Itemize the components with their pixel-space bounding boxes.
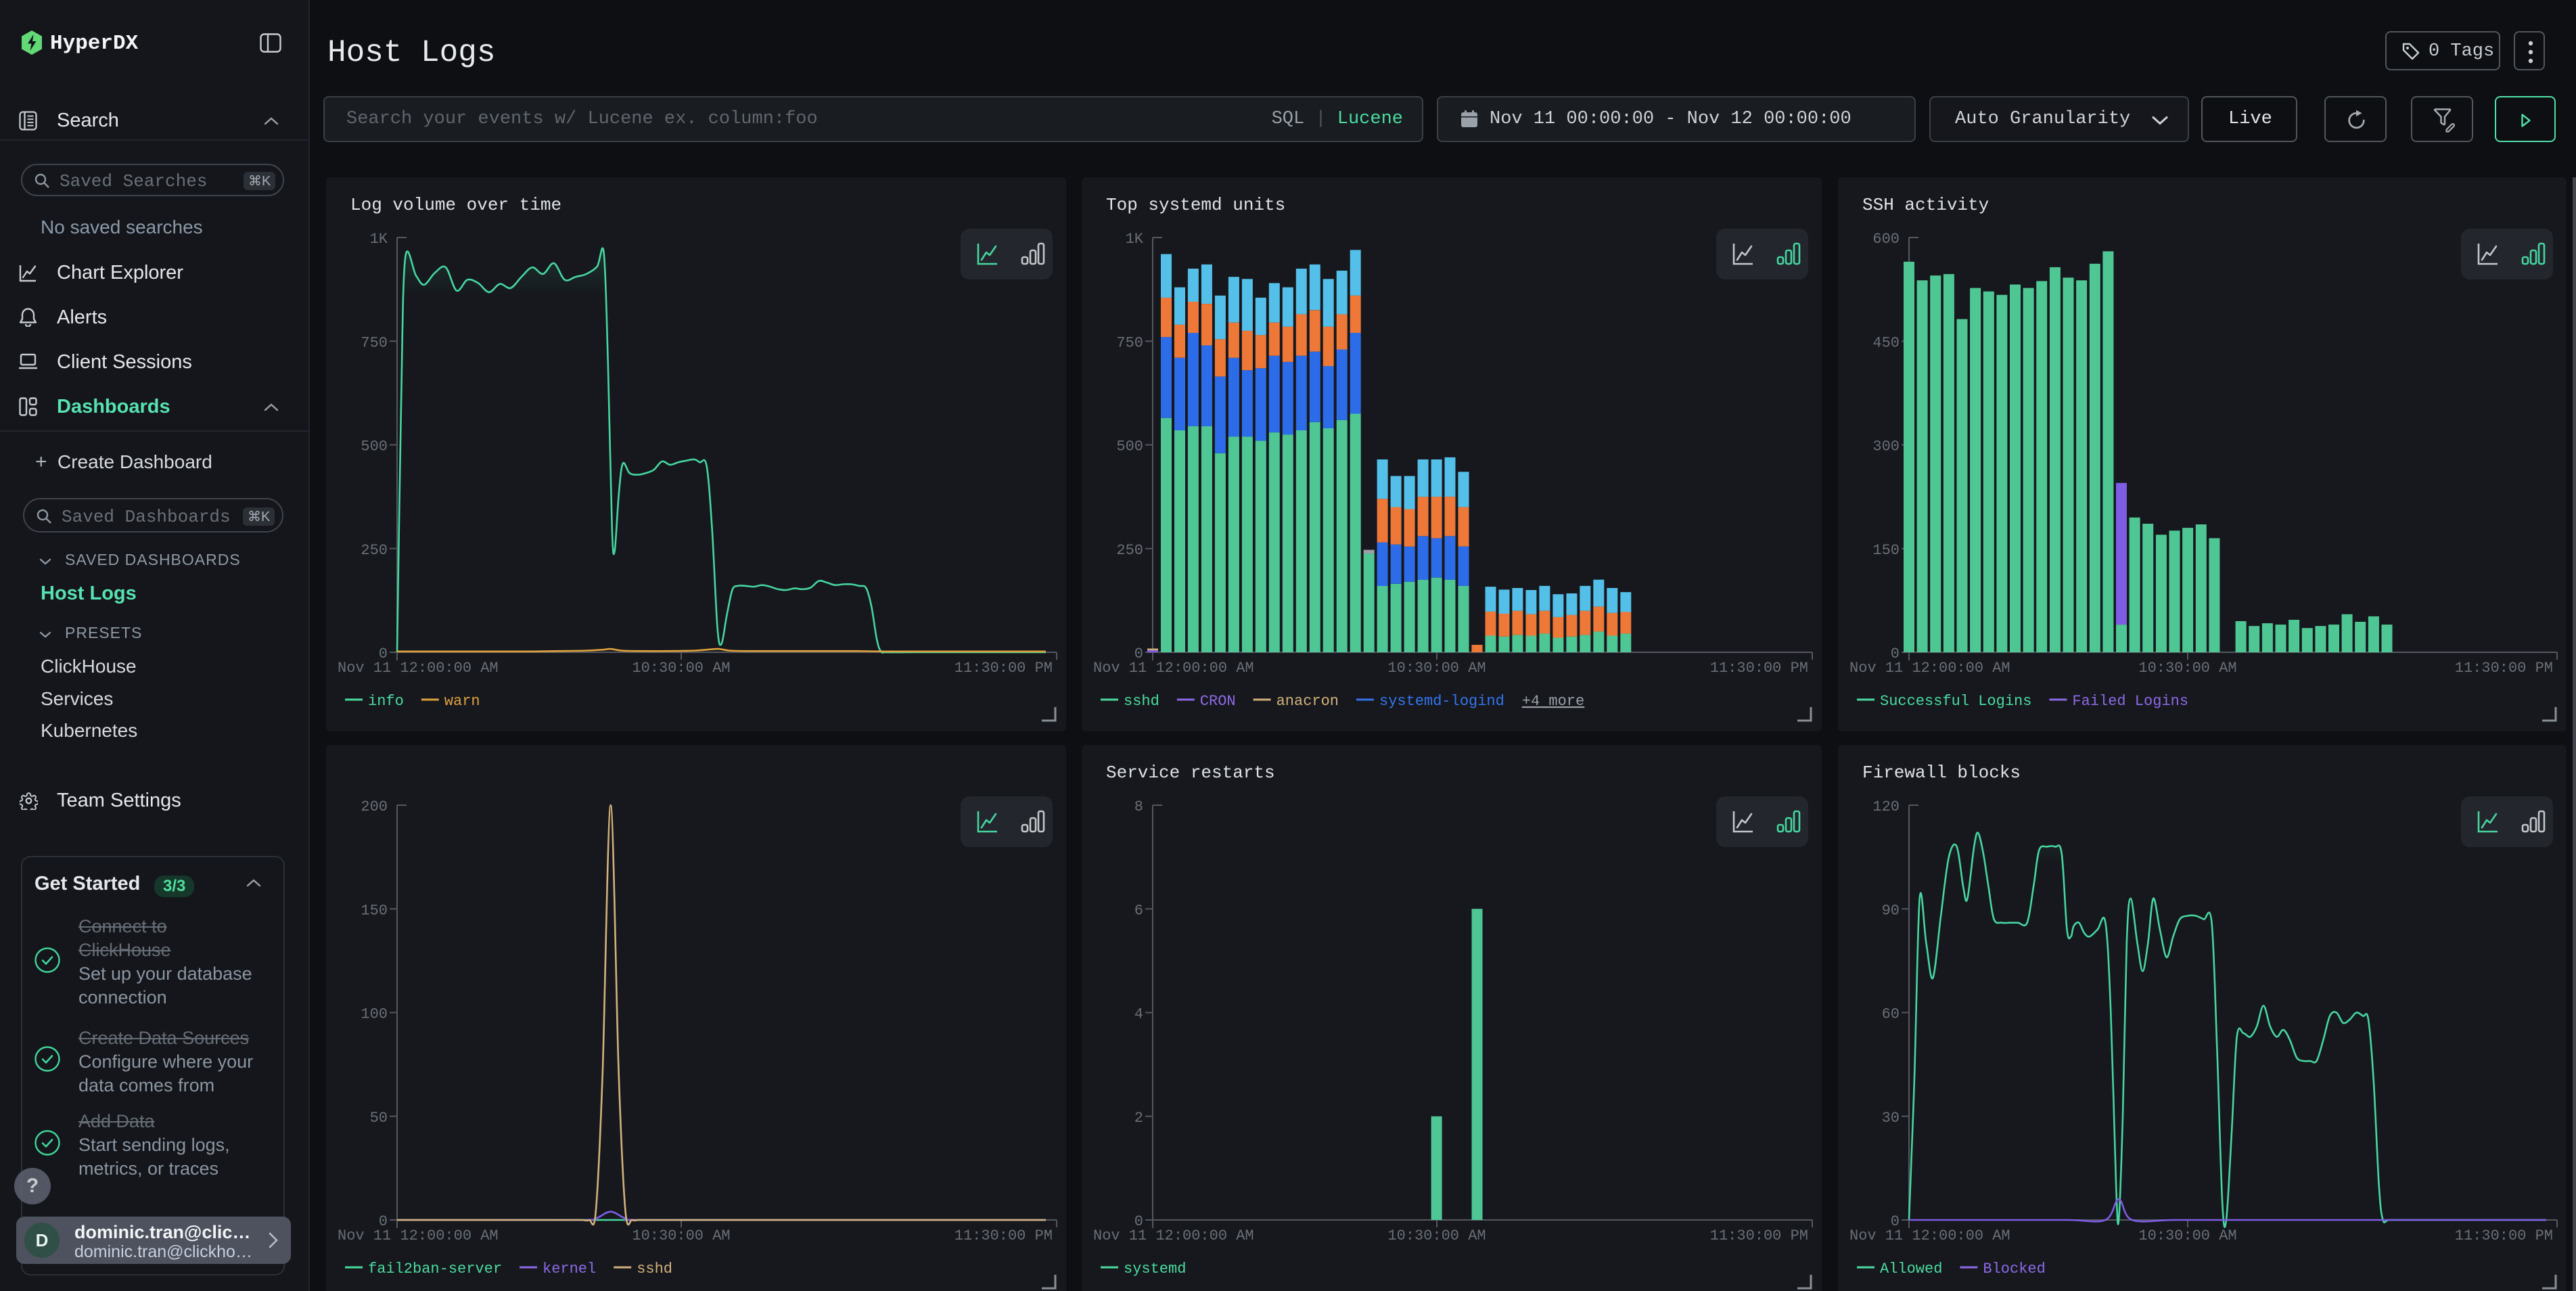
svg-text:Failed Logins: Failed Logins xyxy=(2072,693,2188,710)
svg-text:200: 200 xyxy=(361,798,388,815)
svg-text:sshd: sshd xyxy=(1124,693,1159,710)
svg-text:2: 2 xyxy=(1134,1110,1143,1127)
svg-text:60: 60 xyxy=(1882,1006,1900,1023)
svg-text:11:30:00 PM: 11:30:00 PM xyxy=(1710,1227,1808,1244)
svg-text:11:30:00 PM: 11:30:00 PM xyxy=(2455,660,2553,677)
svg-text:450: 450 xyxy=(1872,334,1900,351)
svg-text:8: 8 xyxy=(1134,798,1143,815)
svg-text:Nov 11 12:00:00 AM: Nov 11 12:00:00 AM xyxy=(338,660,499,677)
svg-text:750: 750 xyxy=(1116,334,1143,351)
svg-text:11:30:00 PM: 11:30:00 PM xyxy=(2455,1227,2553,1244)
svg-text:Nov 11 12:00:00 AM: Nov 11 12:00:00 AM xyxy=(1093,660,1254,677)
svg-text:11:30:00 PM: 11:30:00 PM xyxy=(954,1227,1053,1244)
svg-text:systemd-logind: systemd-logind xyxy=(1379,693,1504,710)
svg-text:50: 50 xyxy=(370,1110,388,1127)
svg-text:Blocked: Blocked xyxy=(1983,1261,2045,1277)
svg-text:Nov 11 12:00:00 AM: Nov 11 12:00:00 AM xyxy=(1849,660,2010,677)
svg-text:Nov 11 12:00:00 AM: Nov 11 12:00:00 AM xyxy=(338,1227,499,1244)
svg-text:SSH activity: SSH activity xyxy=(1862,195,1989,215)
svg-text:150: 150 xyxy=(1872,542,1900,559)
svg-text:info: info xyxy=(368,693,404,710)
svg-text:250: 250 xyxy=(361,542,388,559)
svg-text:Log volume over time: Log volume over time xyxy=(350,195,561,215)
svg-text:+4 more: +4 more xyxy=(1522,693,1584,710)
svg-text:10:30:00 AM: 10:30:00 AM xyxy=(1387,1227,1486,1244)
svg-text:kernel: kernel xyxy=(543,1261,596,1277)
svg-text:fail2ban-server: fail2ban-server xyxy=(368,1261,502,1277)
svg-text:Nov 11 12:00:00 AM: Nov 11 12:00:00 AM xyxy=(1093,1227,1254,1244)
svg-text:250: 250 xyxy=(1116,542,1143,559)
svg-text:11:30:00 PM: 11:30:00 PM xyxy=(954,660,1053,677)
svg-text:Nov 11 12:00:00 AM: Nov 11 12:00:00 AM xyxy=(1849,1227,2010,1244)
svg-text:systemd: systemd xyxy=(1124,1261,1186,1277)
svg-text:100: 100 xyxy=(361,1006,388,1023)
svg-text:120: 120 xyxy=(1872,798,1900,815)
svg-text:anacron: anacron xyxy=(1276,693,1339,710)
svg-text:500: 500 xyxy=(1116,438,1143,455)
svg-text:1K: 1K xyxy=(370,231,388,248)
svg-text:10:30:00 AM: 10:30:00 AM xyxy=(632,660,730,677)
svg-text:30: 30 xyxy=(1882,1110,1900,1127)
svg-text:750: 750 xyxy=(361,334,388,351)
svg-text:Top systemd units: Top systemd units xyxy=(1106,195,1285,215)
svg-text:10:30:00 AM: 10:30:00 AM xyxy=(632,1227,730,1244)
svg-text:6: 6 xyxy=(1134,902,1143,919)
svg-text:300: 300 xyxy=(1872,438,1900,455)
svg-text:10:30:00 AM: 10:30:00 AM xyxy=(2138,660,2236,677)
svg-text:90: 90 xyxy=(1882,902,1900,919)
svg-text:600: 600 xyxy=(1872,231,1900,248)
svg-text:Allowed: Allowed xyxy=(1880,1261,1942,1277)
svg-text:Successful Logins: Successful Logins xyxy=(1880,693,2031,710)
svg-text:sshd: sshd xyxy=(637,1261,672,1277)
svg-text:500: 500 xyxy=(361,438,388,455)
svg-text:10:30:00 AM: 10:30:00 AM xyxy=(1387,660,1486,677)
svg-text:Firewall blocks: Firewall blocks xyxy=(1862,763,2021,783)
svg-text:150: 150 xyxy=(361,902,388,919)
svg-text:1K: 1K xyxy=(1126,231,1144,248)
svg-text:Service restarts: Service restarts xyxy=(1106,763,1275,783)
svg-text:warn: warn xyxy=(444,693,480,710)
svg-text:10:30:00 AM: 10:30:00 AM xyxy=(2138,1227,2236,1244)
svg-text:11:30:00 PM: 11:30:00 PM xyxy=(1710,660,1808,677)
svg-text:CRON: CRON xyxy=(1200,693,1236,710)
svg-text:4: 4 xyxy=(1134,1006,1143,1023)
